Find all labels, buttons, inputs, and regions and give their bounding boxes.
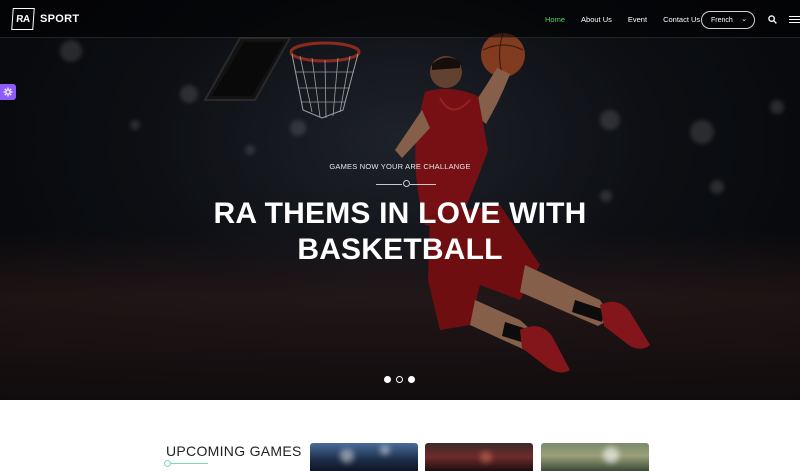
hero-headline-line1: RA THEMS IN LOVE WITH xyxy=(213,197,587,230)
nav-item-contact-us[interactable]: Contact Us xyxy=(663,15,700,24)
settings-widget[interactable] xyxy=(0,84,16,100)
nav-item-about-us[interactable]: About Us xyxy=(581,15,612,24)
game-card-3[interactable] xyxy=(541,443,649,471)
hero-subtitle: GAMES NOW YOUR ARE CHALLANGE xyxy=(329,162,471,171)
search-icon[interactable] xyxy=(768,15,777,24)
chevron-down-icon: ⌄ xyxy=(741,16,747,23)
hamburger-icon[interactable] xyxy=(789,16,800,25)
language-select[interactable]: French ⌄ xyxy=(701,11,755,29)
top-navbar: RA SPORT Home About Us Event Contact Us … xyxy=(0,0,800,38)
slide-dot-1[interactable] xyxy=(384,376,391,383)
logo-mark: RA xyxy=(11,7,35,30)
title-underline xyxy=(164,460,208,467)
ball-icon xyxy=(403,180,410,187)
game-card-2[interactable] xyxy=(425,443,533,471)
slider-dots xyxy=(384,376,420,383)
upcoming-games-title: UPCOMING GAMES xyxy=(166,443,302,459)
gear-icon xyxy=(3,87,13,97)
language-select-value: French xyxy=(711,16,733,24)
hero-headline-line2: BASKETBALL xyxy=(297,233,503,266)
slide-dot-2[interactable] xyxy=(396,376,403,383)
hero-divider xyxy=(376,180,436,188)
nav-item-home[interactable]: Home xyxy=(545,15,565,24)
page: GAMES NOW YOUR ARE CHALLANGE RA THEMS IN… xyxy=(0,0,800,471)
main-menu: Home About Us Event Contact Us xyxy=(545,0,716,38)
hero-headline: RA THEMS IN LOVE WITH BASKETBALL xyxy=(0,196,800,268)
logo-text: SPORT xyxy=(40,12,80,25)
nav-item-event[interactable]: Event xyxy=(628,15,647,24)
hero-banner: GAMES NOW YOUR ARE CHALLANGE RA THEMS IN… xyxy=(0,0,800,400)
slide-dot-3[interactable] xyxy=(408,376,415,383)
brand-logo[interactable]: RA SPORT xyxy=(11,7,80,30)
game-card-1[interactable] xyxy=(310,443,418,471)
